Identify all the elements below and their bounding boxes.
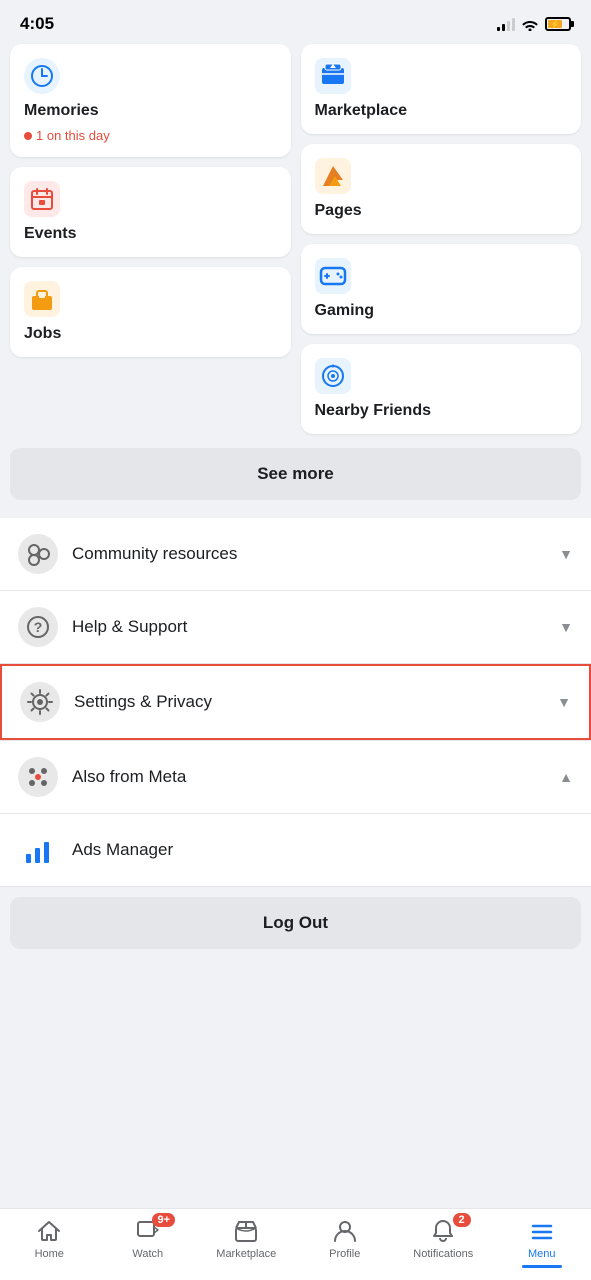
nearby-friends-icon	[315, 358, 351, 394]
main-content: Memories 1 on this day	[0, 44, 591, 1059]
nearby-friends-label: Nearby Friends	[315, 402, 568, 420]
bottom-spacer	[0, 959, 591, 1059]
home-icon	[35, 1217, 63, 1245]
svg-text:?: ?	[34, 619, 43, 635]
help-support-icon: ?	[18, 607, 58, 647]
nav-watch[interactable]: 9+ Watch	[99, 1217, 198, 1260]
nav-menu[interactable]: Menu	[493, 1217, 591, 1260]
nav-marketplace[interactable]: Marketplace	[197, 1217, 296, 1260]
nav-home[interactable]: Home	[0, 1217, 99, 1260]
settings-privacy-left: Settings & Privacy	[20, 682, 212, 722]
profile-nav-label: Profile	[329, 1248, 360, 1260]
marketplace-card[interactable]: Marketplace	[301, 44, 582, 134]
settings-privacy-chevron: ▼	[557, 694, 571, 710]
memories-card[interactable]: Memories 1 on this day	[10, 44, 291, 157]
bottom-nav: Home 9+ Watch Marketplace	[0, 1208, 591, 1280]
status-time: 4:05	[20, 14, 54, 34]
menu-nav-icon	[528, 1217, 556, 1245]
jobs-card[interactable]: Jobs	[10, 267, 291, 357]
settings-privacy-item[interactable]: Settings & Privacy ▼	[0, 664, 591, 740]
memories-sublabel: 1 on this day	[24, 128, 277, 143]
gaming-icon	[315, 258, 351, 294]
nav-notifications[interactable]: 2 Notifications	[394, 1217, 493, 1260]
settings-privacy-label: Settings & Privacy	[74, 692, 212, 712]
signal-icon	[497, 17, 515, 31]
status-icons: ⚡	[497, 17, 571, 31]
grid-col-left: Memories 1 on this day	[10, 44, 291, 434]
marketplace-nav-icon	[232, 1217, 260, 1245]
memories-icon	[24, 58, 60, 94]
home-nav-label: Home	[35, 1248, 64, 1260]
jobs-label: Jobs	[24, 325, 277, 343]
pages-icon	[315, 158, 351, 194]
watch-badge: 9+	[152, 1213, 175, 1227]
menu-list: Community resources ▼ ? Help & Support ▼	[0, 518, 591, 740]
menu-active-bar	[522, 1265, 562, 1268]
profile-nav-icon	[331, 1217, 359, 1245]
help-support-chevron: ▼	[559, 619, 573, 635]
pages-card[interactable]: Pages	[301, 144, 582, 234]
also-from-meta-left: Also from Meta	[18, 757, 186, 797]
settings-privacy-icon	[20, 682, 60, 722]
jobs-icon	[24, 281, 60, 317]
battery-icon: ⚡	[545, 17, 571, 31]
pages-label: Pages	[315, 202, 568, 220]
help-support-left: ? Help & Support	[18, 607, 187, 647]
see-more-button[interactable]: See more	[10, 448, 581, 500]
help-support-label: Help & Support	[72, 617, 187, 637]
events-icon	[24, 181, 60, 217]
community-resources-icon	[18, 534, 58, 574]
wifi-icon	[521, 17, 539, 31]
grid-col-right: Marketplace Pages	[301, 44, 582, 434]
community-resources-left: Community resources	[18, 534, 237, 574]
nearby-friends-card[interactable]: Nearby Friends	[301, 344, 582, 434]
gaming-label: Gaming	[315, 302, 568, 320]
also-from-meta-chevron: ▲	[559, 769, 573, 785]
events-card[interactable]: Events	[10, 167, 291, 257]
memories-label: Memories	[24, 102, 277, 120]
nav-profile[interactable]: Profile	[296, 1217, 395, 1260]
grid-section: Memories 1 on this day	[0, 44, 591, 444]
community-resources-item[interactable]: Community resources ▼	[0, 518, 591, 591]
menu-nav-label: Menu	[528, 1248, 556, 1260]
logout-button[interactable]: Log Out	[10, 897, 581, 949]
watch-nav-label: Watch	[132, 1248, 163, 1260]
marketplace-nav-label: Marketplace	[216, 1248, 276, 1260]
memories-dot	[24, 132, 32, 140]
ads-manager-card[interactable]: Ads Manager	[0, 814, 591, 887]
also-from-meta-label: Also from Meta	[72, 767, 186, 787]
ads-manager-icon	[18, 830, 58, 870]
marketplace-icon	[315, 58, 351, 94]
community-resources-label: Community resources	[72, 544, 237, 564]
section-divider-1	[0, 510, 591, 518]
also-from-meta-item[interactable]: Also from Meta ▲	[0, 740, 591, 814]
ads-manager-label: Ads Manager	[72, 840, 173, 860]
status-bar: 4:05 ⚡	[0, 0, 591, 44]
gaming-card[interactable]: Gaming	[301, 244, 582, 334]
also-from-meta-icon	[18, 757, 58, 797]
events-label: Events	[24, 225, 277, 243]
help-support-item[interactable]: ? Help & Support ▼	[0, 591, 591, 664]
notifications-nav-label: Notifications	[413, 1248, 473, 1260]
marketplace-label: Marketplace	[315, 102, 568, 120]
notifications-badge: 2	[453, 1213, 471, 1227]
community-resources-chevron: ▼	[559, 546, 573, 562]
